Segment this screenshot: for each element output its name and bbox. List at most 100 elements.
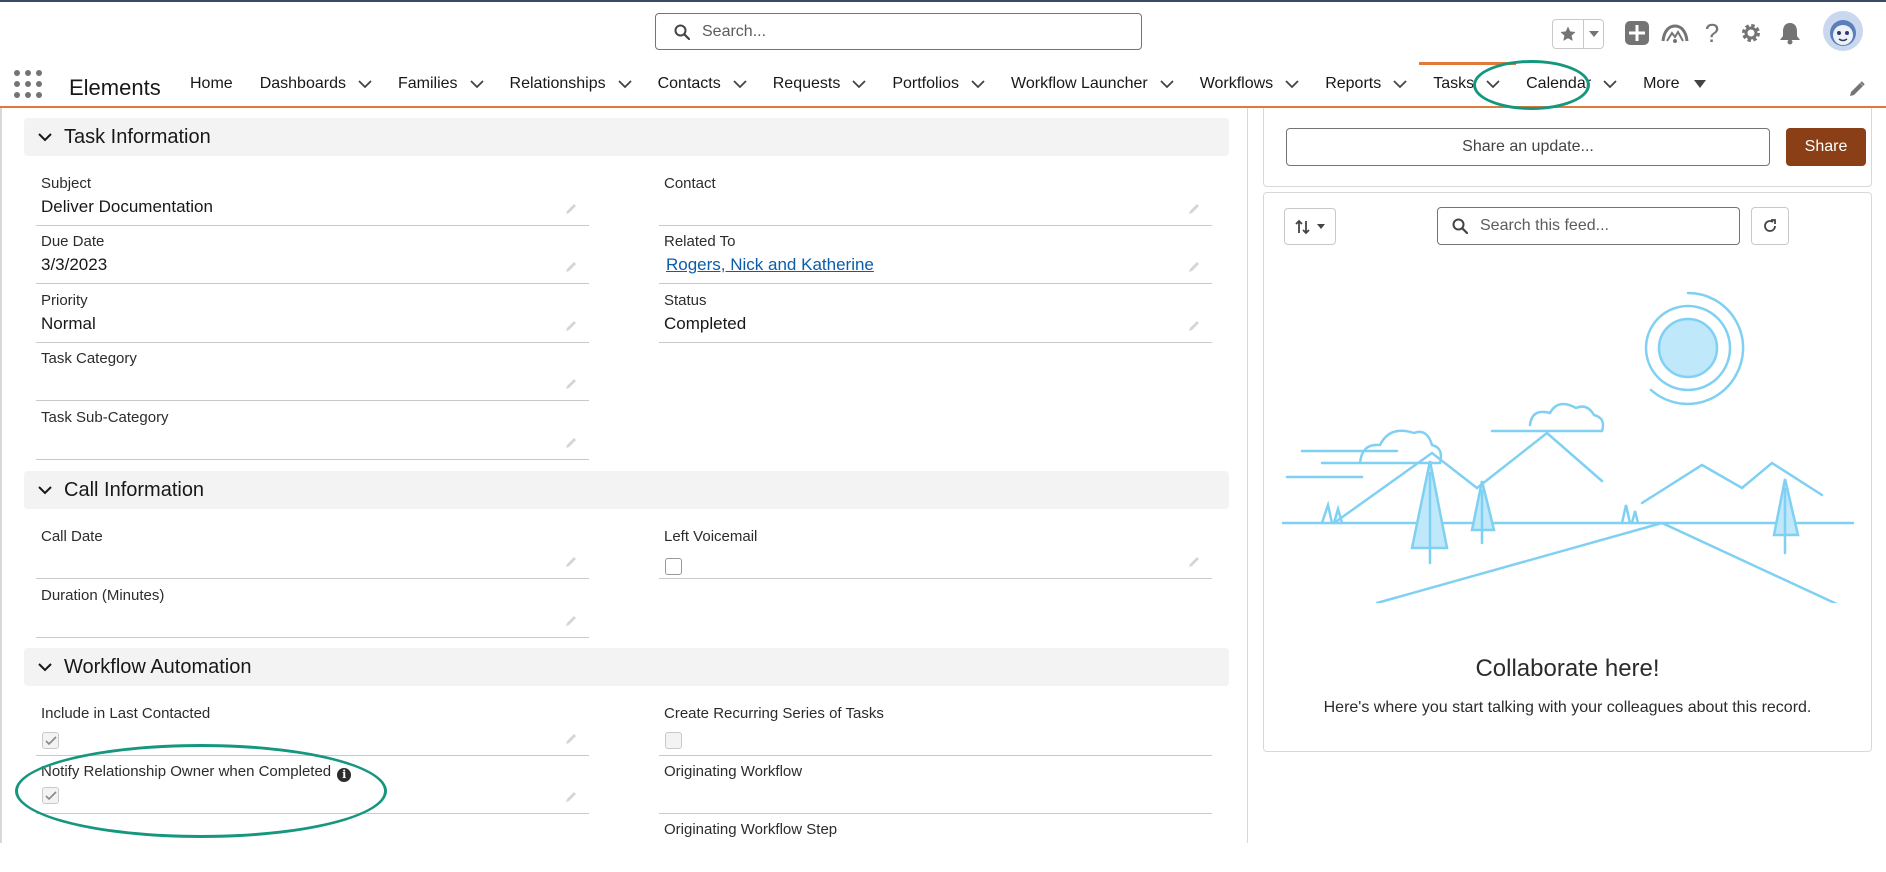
favorites-menu-icon[interactable] <box>1584 30 1603 38</box>
nav-item-workflow-launcher-label[interactable]: Workflow Launcher <box>1011 75 1148 93</box>
field-call-date: Call Date <box>36 521 589 579</box>
nav-item-relationships-label[interactable]: Relationships <box>510 75 606 93</box>
nav-item-contacts[interactable]: Contacts <box>658 62 773 106</box>
nav-item-home[interactable]: Home <box>190 62 260 106</box>
chevron-down-icon[interactable] <box>617 79 632 89</box>
chevron-down-icon[interactable] <box>38 132 52 142</box>
search-icon <box>674 24 690 40</box>
edit-pencil-icon[interactable] <box>1188 554 1202 568</box>
field-subject: Subject Deliver Documentation <box>36 168 589 226</box>
nav-item-tasks-label[interactable]: Tasks <box>1433 75 1474 93</box>
section-workflow-automation-header[interactable]: Workflow Automation <box>24 648 1229 686</box>
include-last-contacted-checkbox[interactable] <box>42 732 59 749</box>
chevron-down-icon[interactable] <box>38 485 52 495</box>
nav-item-home-label[interactable]: Home <box>190 75 233 93</box>
field-label: Due Date <box>41 233 105 250</box>
nav-item-relationships[interactable]: Relationships <box>510 62 658 106</box>
caret-down-icon[interactable] <box>1693 80 1706 88</box>
edit-pencil-icon[interactable] <box>565 318 579 332</box>
edit-pencil-icon[interactable] <box>565 789 579 803</box>
create-recurring-checkbox[interactable] <box>665 732 682 749</box>
nav-item-requests[interactable]: Requests <box>773 62 893 106</box>
nav-item-dashboards[interactable]: Dashboards <box>260 62 398 106</box>
edit-pencil-icon[interactable] <box>1188 318 1202 332</box>
checkmark-icon <box>44 735 57 745</box>
field-value: Completed <box>664 314 747 333</box>
edit-pencil-icon[interactable] <box>565 554 579 568</box>
settings-gear-icon[interactable] <box>1735 16 1767 50</box>
edit-pencil-icon[interactable] <box>1188 201 1202 215</box>
chevron-down-icon[interactable] <box>733 79 747 89</box>
refresh-feed-button[interactable] <box>1751 207 1789 245</box>
edit-pencil-icon[interactable] <box>565 613 579 627</box>
chevron-down-icon[interactable] <box>1160 79 1174 89</box>
field-due-date: Due Date 3/3/2023 <box>36 226 589 284</box>
field-priority: Priority Normal <box>36 285 589 343</box>
field-label: Originating Workflow Step <box>664 821 838 838</box>
field-label: Priority <box>41 292 88 309</box>
chevron-down-icon[interactable] <box>1393 79 1407 89</box>
nav-item-contacts-label[interactable]: Contacts <box>658 75 721 93</box>
share-update-input[interactable]: Share an update... <box>1286 128 1770 166</box>
empty-feed-title: Collaborate here! <box>1475 655 1660 682</box>
nav-item-workflow-launcher[interactable]: Workflow Launcher <box>1011 62 1200 106</box>
refresh-icon <box>1764 219 1776 232</box>
nav-more-menu[interactable]: More <box>1643 62 1706 106</box>
nav-item-families-label[interactable]: Families <box>398 75 458 93</box>
feed-search-input[interactable]: Search this feed... <box>1437 207 1740 245</box>
edit-pencil-icon[interactable] <box>565 731 579 745</box>
nav-item-families[interactable]: Families <box>398 62 510 106</box>
field-label: Create Recurring Series of Tasks <box>664 705 884 722</box>
field-label: Include in Last Contacted <box>41 705 211 722</box>
edit-pencil-icon[interactable] <box>565 435 579 449</box>
nav-item-reports-label[interactable]: Reports <box>1325 75 1381 93</box>
field-left-voicemail: Left Voicemail <box>659 521 1212 579</box>
nav-item-workflows[interactable]: Workflows <box>1200 62 1326 106</box>
edit-pencil-icon[interactable] <box>565 259 579 273</box>
notifications-bell-icon[interactable] <box>1774 16 1806 50</box>
nav-more-label[interactable]: More <box>1643 75 1679 93</box>
left-voicemail-checkbox[interactable] <box>665 558 682 575</box>
field-label: Subject <box>41 175 92 192</box>
edit-pencil-icon[interactable] <box>565 376 579 390</box>
nav-item-reports[interactable]: Reports <box>1325 62 1433 106</box>
chevron-down-icon[interactable] <box>38 662 52 672</box>
nav-item-portfolios[interactable]: Portfolios <box>892 62 1011 106</box>
chevron-down-icon[interactable] <box>852 79 866 89</box>
section-task-information-header[interactable]: Task Information <box>24 118 1229 156</box>
chevron-down-icon[interactable] <box>1285 79 1299 89</box>
nav-item-workflows-label[interactable]: Workflows <box>1200 75 1274 93</box>
nav-item-requests-label[interactable]: Requests <box>773 75 841 93</box>
caret-down-icon <box>1317 224 1325 229</box>
chevron-down-icon[interactable] <box>1603 79 1617 89</box>
global-actions-add-icon[interactable] <box>1621 16 1653 50</box>
field-label: Related To <box>664 233 736 250</box>
field-label: Originating Workflow <box>664 763 803 780</box>
field-label: Duration (Minutes) <box>41 587 165 604</box>
nav-item-dashboards-label[interactable]: Dashboards <box>260 75 346 93</box>
trailhead-icon[interactable] <box>1657 16 1693 50</box>
section-call-information-header[interactable]: Call Information <box>24 471 1229 509</box>
field-duration-minutes: Duration (Minutes) <box>36 580 589 638</box>
edit-pencil-icon[interactable] <box>565 201 579 215</box>
publisher-panel: Share an update... Share <box>1263 108 1872 187</box>
user-avatar[interactable] <box>1822 10 1864 52</box>
global-search-input[interactable]: Search... <box>655 13 1142 50</box>
field-value: 3/3/2023 <box>41 255 108 274</box>
sort-feed-button[interactable] <box>1284 208 1336 245</box>
chevron-down-icon[interactable] <box>358 79 372 89</box>
section-title: Call Information <box>64 478 205 501</box>
chevron-down-icon[interactable] <box>971 79 985 89</box>
star-icon[interactable] <box>1553 20 1584 48</box>
help-icon[interactable]: ? <box>1697 16 1727 50</box>
nav-item-portfolios-label[interactable]: Portfolios <box>892 75 959 93</box>
edit-pencil-icon[interactable] <box>1188 259 1202 273</box>
favorites-button[interactable] <box>1552 19 1604 49</box>
share-button[interactable]: Share <box>1786 128 1866 166</box>
field-label: Task Sub-Category <box>41 409 169 426</box>
chevron-down-icon[interactable] <box>469 79 484 89</box>
related-to-link[interactable]: Rogers, Nick and Katherine <box>666 255 874 275</box>
app-launcher-icon[interactable] <box>14 70 44 100</box>
edit-nav-pencil-icon[interactable] <box>1848 80 1866 103</box>
chatter-feed-panel: Search this feed... Collaborate here! He… <box>1263 192 1872 752</box>
